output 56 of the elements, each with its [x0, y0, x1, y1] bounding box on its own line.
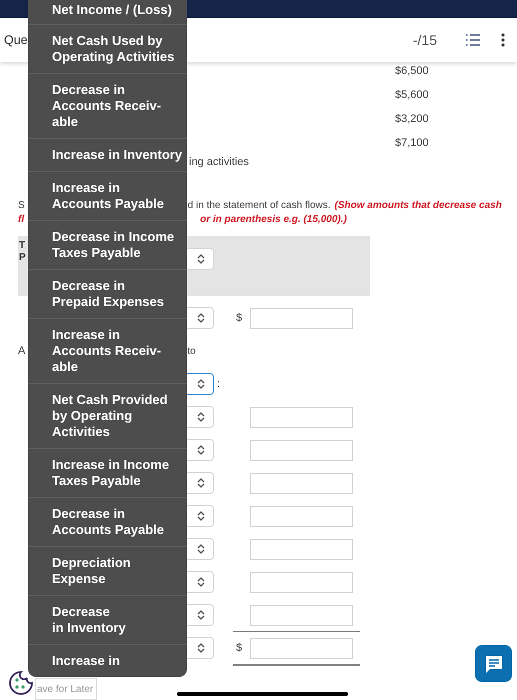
menu-item[interactable]: Decrease in Income Taxes Payable: [28, 221, 187, 270]
amount-input[interactable]: [250, 506, 353, 526]
amount-input[interactable]: [250, 472, 353, 494]
progress-text: -/15: [412, 30, 437, 50]
menu-item[interactable]: Decrease in Inventory: [28, 596, 187, 645]
updown-icon: [196, 254, 205, 264]
instruction-note: fl: [18, 212, 24, 226]
amount-text: $6,500: [395, 64, 429, 79]
label-text: to: [187, 344, 196, 358]
menu-item[interactable]: Decrease in Prepaid Expenses: [28, 270, 187, 319]
menu-item[interactable]: Increase in Accounts Receiv- able: [28, 319, 187, 384]
menu-item[interactable]: Depreciation Expense: [28, 547, 187, 596]
menu-item[interactable]: Net Cash Provided by Operating Activities: [28, 384, 187, 449]
updown-icon: [197, 511, 205, 521]
instruction-text: S: [18, 198, 25, 212]
menu-item[interactable]: Increase in Income Taxes Payable: [28, 449, 187, 498]
more-icon[interactable]: [501, 33, 505, 47]
amount-input[interactable]: [250, 604, 353, 626]
question-label: Que: [4, 32, 28, 49]
instruction-note: (Show amounts that decrease cash: [334, 198, 502, 212]
amount-input[interactable]: [250, 538, 353, 560]
updown-icon: [197, 379, 205, 389]
currency-text: $: [236, 310, 244, 326]
updown-icon: [197, 544, 205, 554]
section-text: ing activities: [189, 155, 249, 170]
cookie-icon[interactable]: [8, 670, 34, 696]
instruction-text: d in the statement of cash flows.: [188, 198, 331, 212]
updown-icon: [197, 412, 205, 422]
panel-text: P: [19, 252, 26, 264]
updown-icon: [197, 643, 205, 653]
amount-input[interactable]: [250, 440, 353, 460]
updown-icon: [197, 577, 205, 587]
amount-text: $7,100: [395, 136, 429, 151]
menu-item[interactable]: Net Income / (Loss): [28, 0, 187, 25]
amount-input[interactable]: [250, 406, 353, 428]
amount-input[interactable]: [250, 308, 353, 328]
menu-item[interactable]: Decrease in Accounts Payable: [28, 498, 187, 547]
updown-icon: [197, 478, 205, 488]
amount-input[interactable]: [250, 572, 353, 592]
list-icon[interactable]: [465, 33, 481, 47]
menu-item[interactable]: Increase in Inventory: [28, 139, 187, 172]
amount-text: $3,200: [395, 112, 429, 127]
instruction-note: or in parenthesis e.g. (15,000).): [200, 212, 347, 226]
label-text: A: [18, 344, 26, 359]
menu-item[interactable]: Increase in Accounts Payable: [28, 172, 187, 221]
updown-icon: [197, 610, 205, 620]
amount-input[interactable]: [250, 638, 353, 658]
menu-item[interactable]: Decrease in Accounts Receiv- able: [28, 74, 187, 139]
updown-icon: [197, 445, 205, 455]
menu-item[interactable]: Net Cash Used by Operating Activities: [28, 25, 187, 74]
chat-button[interactable]: [475, 645, 512, 682]
panel-text: T: [19, 240, 26, 252]
currency-text: $: [236, 640, 244, 656]
updown-icon: [197, 313, 205, 323]
suffix-text: :: [217, 376, 220, 392]
amount-text: $5,600: [395, 88, 429, 103]
